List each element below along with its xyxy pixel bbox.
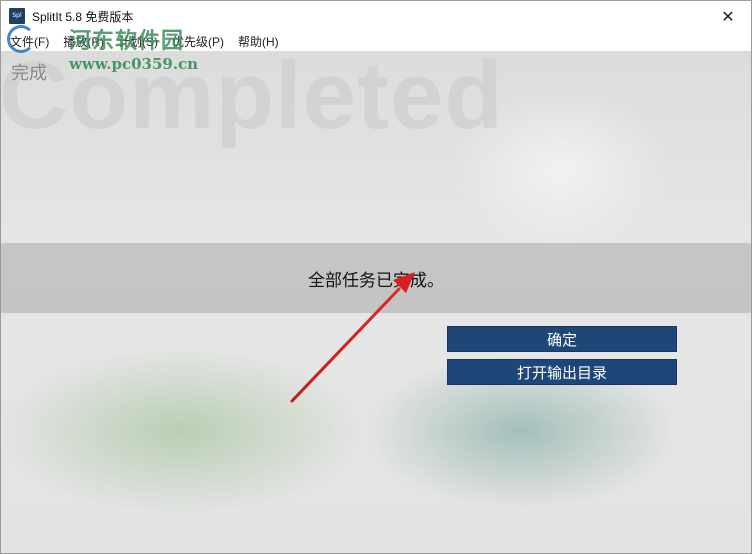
open-output-dir-button[interactable]: 打开输出目录 xyxy=(447,359,677,385)
status-message: 全部任务已完成。 xyxy=(308,270,444,291)
watermark-logo-icon xyxy=(7,25,35,53)
status-band: 全部任务已完成。 xyxy=(1,243,751,313)
menu-help[interactable]: 帮助(H) xyxy=(231,33,286,50)
page-title: 完成 xyxy=(11,63,47,84)
app-window: Spl SplitIt 5.8 免费版本 ✕ 文件(F) 播放(R) 计划(S)… xyxy=(0,0,752,554)
watermark-url: www.pc0359.cn xyxy=(69,55,199,73)
ok-button[interactable]: 确定 xyxy=(447,326,677,352)
watermark-site-name: 河东软件园 xyxy=(69,28,185,54)
app-icon: Spl xyxy=(9,8,25,24)
close-icon: ✕ xyxy=(721,6,735,26)
window-title: SplitIt 5.8 免费版本 xyxy=(32,9,134,24)
close-button[interactable]: ✕ xyxy=(705,1,751,31)
main-content: Completed 完成 全部任务已完成。 确定 打开输出目录 xyxy=(1,51,751,553)
